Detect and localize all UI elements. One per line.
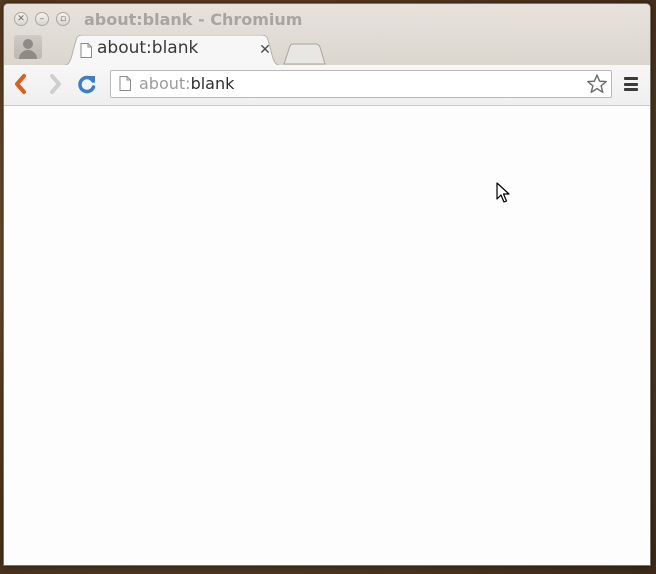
url-scheme: about: (139, 74, 191, 93)
page-icon (119, 76, 131, 91)
url-host: blank (190, 74, 235, 93)
forward-button[interactable] (44, 73, 66, 95)
reload-button[interactable] (76, 73, 98, 95)
tab-about-blank[interactable]: about:blank ✕ (60, 35, 284, 66)
toolbar: about:blank (4, 65, 650, 106)
window-close-button[interactable]: ✕ (14, 12, 28, 26)
back-button[interactable] (10, 73, 32, 95)
window-title: about:blank - Chromium (84, 10, 303, 29)
mouse-pointer-icon (496, 182, 510, 203)
title-bar[interactable]: ✕ – ▫ about:blank - Chromium (4, 4, 650, 34)
hamburger-menu-icon[interactable] (622, 75, 640, 93)
back-arrow-icon (15, 74, 26, 94)
tab-title: about:blank (97, 38, 199, 58)
window-frame: ✕ – ▫ about:blank - Chromium about:blank… (4, 4, 650, 70)
browser-window: ✕ – ▫ about:blank - Chromium about:blank… (3, 3, 651, 566)
window-minimize-button[interactable]: – (35, 12, 49, 26)
star-icon (587, 74, 607, 93)
tab-close-icon[interactable]: ✕ (258, 42, 272, 58)
profile-icon[interactable] (14, 35, 42, 59)
new-tab-button[interactable] (282, 43, 326, 65)
reload-icon (78, 75, 96, 94)
address-bar[interactable]: about:blank (110, 70, 612, 98)
page-icon (80, 43, 92, 58)
forward-arrow-icon (50, 74, 61, 94)
window-maximize-button[interactable]: ▫ (56, 12, 70, 26)
bookmark-star-button[interactable] (586, 73, 608, 95)
url-text[interactable]: about:blank (139, 74, 234, 93)
page-content[interactable] (4, 106, 650, 565)
